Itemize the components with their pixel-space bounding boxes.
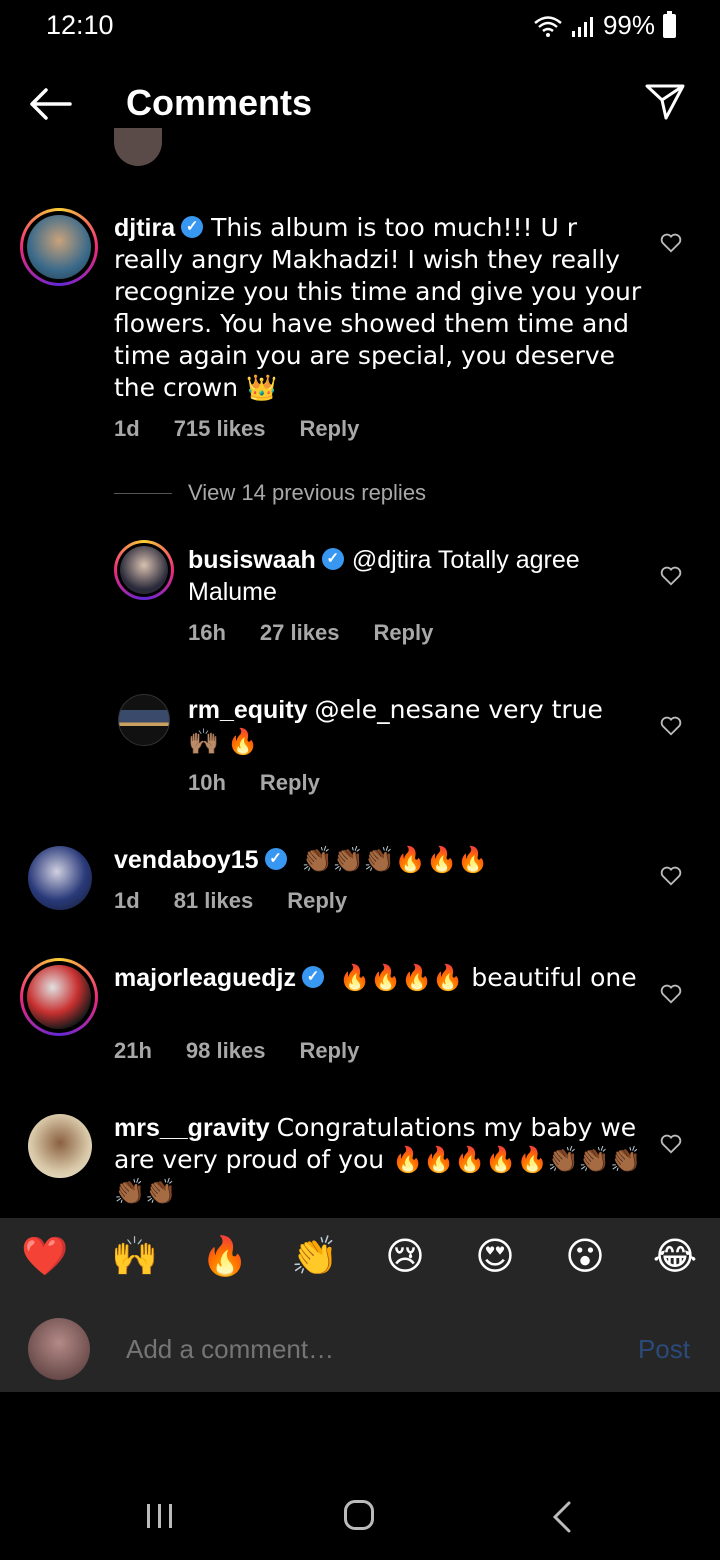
comment-likes[interactable]: 715 likes [174,416,266,441]
comment-djtira: djtira ✓ This album is too much!!! U r rea… [114,212,644,404]
back-arrow-icon[interactable] [28,86,72,122]
reply-likes[interactable]: 27 likes [260,620,340,645]
reply-rm-equity: rm_equity @ele_nesane very true 🙌🏽 🔥 [188,694,638,758]
comment-vendaboy15: vendaboy15 ✓ 👏🏾👏🏾👏🏾🔥🔥🔥 [114,844,644,876]
wifi-icon [534,15,562,37]
avatar-mrs-gravity[interactable] [28,1114,92,1178]
system-nav-bar [0,1470,720,1560]
reply-username[interactable]: busiswaah [188,546,316,574]
comment-username[interactable]: mrs__gravity [114,1114,270,1142]
comment-text: 👏🏾👏🏾👏🏾🔥🔥🔥 [301,845,489,874]
avatar-partial [114,128,162,166]
comment-username[interactable]: vendaboy15 [114,846,259,874]
reaction-raised-hands[interactable]: 🙌 [105,1234,165,1279]
verified-badge-icon: ✓ [302,966,324,989]
comment-composer: Post [0,1310,720,1392]
like-heart-icon[interactable] [660,983,682,1005]
comment-likes[interactable]: 81 likes [174,888,254,913]
avatar-majorleaguedjz[interactable] [20,958,98,1036]
view-previous-replies[interactable]: View 14 previous replies [114,480,426,506]
avatar-vendaboy15[interactable] [28,846,92,910]
quick-reaction-bar: ❤️ 🙌 🔥 👏 😢 😍 😮 😂 [0,1218,720,1310]
comment-time: 21h [114,1038,152,1063]
reply-button[interactable]: Reply [299,1038,359,1063]
status-time: 12:10 [46,10,114,40]
send-icon[interactable] [644,82,686,122]
reaction-heart-eyes[interactable]: 😍 [465,1234,525,1278]
status-bar: 12:10 99% [0,0,720,56]
comment-text: 🔥🔥🔥🔥 beautiful one [338,963,637,992]
reaction-clap[interactable]: 👏 [285,1234,345,1279]
comment-input[interactable] [126,1334,606,1365]
view-replies-label[interactable]: View 14 previous replies [188,480,426,506]
battery-icon [663,10,676,38]
comment-time: 1d [114,416,140,441]
reply-button[interactable]: Reply [260,770,320,795]
verified-badge-icon: ✓ [321,548,344,571]
avatar-busiswaah[interactable] [114,540,174,600]
like-heart-icon[interactable] [660,865,682,887]
comment-meta: 1d 81 likes Reply [114,888,381,914]
avatar-rm-equity[interactable] [118,694,170,746]
comment-meta: 1d 715 likes Reply [114,416,393,442]
user-avatar [28,1318,90,1380]
like-heart-icon[interactable] [660,715,682,737]
recent-apps-icon[interactable] [145,1502,175,1530]
page-title: Comments [126,82,313,123]
comment-mrs-gravity: mrs__gravity Congratulations my baby we … [114,1112,644,1208]
signal-icon [571,16,593,37]
comment-username[interactable]: majorleaguedjz [114,964,296,992]
post-button[interactable]: Post [638,1334,690,1365]
comment-time: 1d [114,888,140,913]
home-icon[interactable] [344,1500,374,1530]
reply-meta: 16h 27 likes Reply [188,620,467,646]
like-heart-icon[interactable] [660,1133,682,1155]
header: Comments [0,56,720,148]
comment-meta: 21h 98 likes Reply [114,1038,393,1064]
reply-button[interactable]: Reply [287,888,347,913]
comment-text: This album is too much!!! U r really ang… [114,213,642,402]
verified-badge-icon: ✓ [264,848,287,871]
reply-button[interactable]: Reply [299,416,359,441]
reply-busiswaah: busiswaah ✓ @djtira Totally agree Malume [188,544,638,608]
status-icons: 99% [533,10,676,41]
avatar-djtira[interactable] [20,208,98,286]
reaction-surprised[interactable]: 😮 [555,1234,615,1278]
verified-badge-icon: ✓ [181,216,204,239]
comment-majorleaguedjz: majorleaguedjz ✓ 🔥🔥🔥🔥 beautiful one [114,962,644,994]
like-heart-icon[interactable] [660,232,682,254]
reply-time: 16h [188,620,226,645]
reply-meta: 10h Reply [188,770,354,796]
nav-back-icon[interactable] [550,1500,574,1534]
reaction-fire[interactable]: 🔥 [195,1234,255,1279]
comment-likes[interactable]: 98 likes [186,1038,266,1063]
comment-username[interactable]: djtira [114,214,175,242]
like-heart-icon[interactable] [660,565,682,587]
reply-username[interactable]: rm_equity [188,696,307,724]
battery-percent: 99% [602,10,655,40]
reply-time: 10h [188,770,226,795]
reply-button[interactable]: Reply [373,620,433,645]
reaction-joy[interactable]: 😂 [645,1234,705,1278]
reaction-cry[interactable]: 😢 [375,1234,435,1278]
reaction-heart[interactable]: ❤️ [15,1234,75,1279]
divider [114,492,172,494]
